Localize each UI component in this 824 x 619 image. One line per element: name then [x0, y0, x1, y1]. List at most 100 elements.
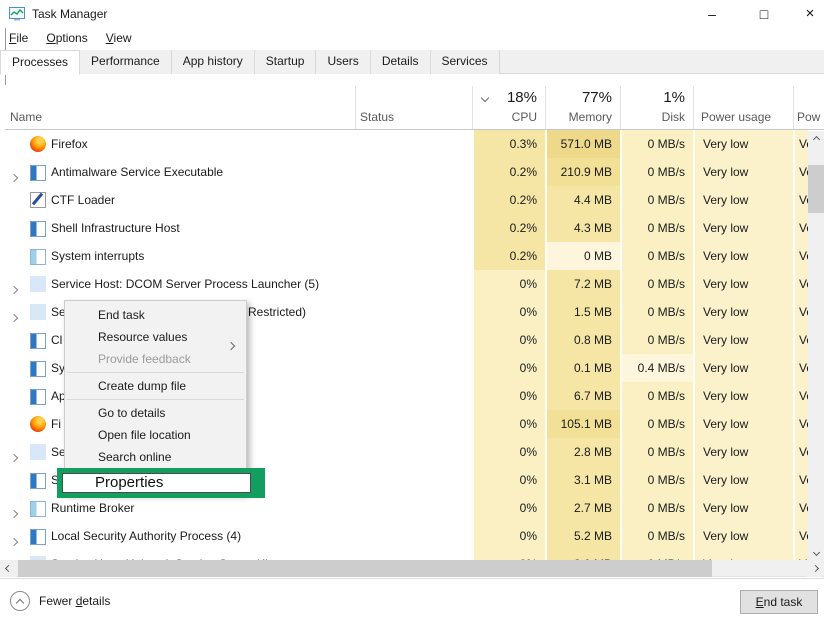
end-task-button[interactable]: End task [740, 590, 818, 614]
vertical-scrollbar[interactable] [808, 131, 824, 560]
disk-cell: 0 MB/s [620, 522, 693, 550]
memory-cell: 3.0 MB [545, 550, 620, 560]
column-separator [793, 86, 794, 129]
tab-startup[interactable]: Startup [255, 50, 317, 74]
context-menu-item-provide-feedback: Provide feedback [65, 348, 246, 370]
power-trend-cell: Ve [793, 550, 808, 560]
process-name: Sy [51, 361, 65, 375]
horizontal-scrollbar[interactable] [0, 560, 824, 577]
disk-cell: 0 MB/s [620, 550, 693, 560]
cpu-cell: 0.2% [472, 186, 545, 214]
memory-cell: 4.3 MB [545, 214, 620, 242]
power-usage-cell: Very low [693, 410, 793, 438]
power-usage-cell: Very low [693, 158, 793, 186]
vertical-scrollbar-thumb[interactable] [808, 165, 824, 213]
close-button[interactable]: × [790, 0, 824, 28]
firefox-icon [30, 416, 46, 432]
table-row[interactable]: Service Host: Unistack Service Group (4)… [5, 550, 808, 560]
table-row[interactable]: Local Security Authority Process (4)0%5.… [5, 522, 808, 550]
power-trend-cell: Ve [793, 354, 808, 382]
context-menu-item-end-task[interactable]: End task [65, 304, 246, 326]
column-header-power-usage[interactable]: Power usage [701, 110, 771, 124]
column-header-memory[interactable]: Memory [545, 110, 612, 124]
context-menu-item-properties[interactable]: Properties [62, 473, 251, 493]
table-row[interactable]: Service Host: DCOM Server Process Launch… [5, 270, 808, 298]
memory-cell: 7.2 MB [545, 270, 620, 298]
table-row[interactable]: Runtime Broker0%2.7 MB0 MB/sVery lowVe [5, 494, 808, 522]
column-header-name[interactable]: Name [10, 110, 42, 124]
table-row[interactable]: CTF Loader0.2%4.4 MB0 MB/sVery lowVe [5, 186, 808, 214]
tab-services[interactable]: Services [431, 50, 500, 74]
column-header-disk[interactable]: Disk [620, 110, 685, 124]
tab-users[interactable]: Users [316, 50, 370, 74]
context-menu-item-go-to-details[interactable]: Go to details [65, 402, 246, 424]
minimize-button[interactable]: – [692, 0, 732, 28]
disk-cell: 0 MB/s [620, 410, 693, 438]
menubar-item-file[interactable]: File [0, 28, 37, 48]
column-header-cpu[interactable]: CPU [472, 110, 537, 124]
disk-cell: 0 MB/s [620, 214, 693, 242]
power-trend-cell: Ve [793, 410, 808, 438]
scroll-right-button[interactable] [807, 560, 823, 577]
process-name: Local Security Authority Process (4) [51, 529, 241, 543]
cpu-cell: 0% [472, 354, 545, 382]
memory-cell: 6.7 MB [545, 382, 620, 410]
menubar-item-view[interactable]: View [97, 28, 141, 48]
process-name: CTF Loader [51, 193, 115, 207]
memory-cell: 105.1 MB [545, 410, 620, 438]
column-header-power-usage-trend[interactable]: Pow [797, 110, 820, 124]
pen-icon [30, 192, 46, 208]
expand-chevron-icon[interactable] [11, 448, 17, 466]
scroll-left-button[interactable] [0, 560, 16, 577]
power-usage-cell: Very low [693, 326, 793, 354]
process-name: Cl [51, 333, 62, 347]
horizontal-scrollbar-thumb[interactable] [18, 560, 712, 577]
table-row[interactable]: System interrupts0.2%0 MB0 MB/sVery lowV… [5, 242, 808, 270]
scroll-down-button[interactable] [808, 544, 824, 560]
table-row[interactable]: Firefox0.3%571.0 MB0 MB/sVery lowVe [5, 130, 808, 158]
power-trend-cell: Ve [793, 522, 808, 550]
context-menu-item-search-online[interactable]: Search online [65, 446, 246, 468]
scroll-up-button[interactable] [808, 131, 824, 147]
context-menu-item-open-file-location[interactable]: Open file location [65, 424, 246, 446]
fewer-details-toggle[interactable]: Fewer details [10, 591, 110, 611]
expand-chevron-icon[interactable] [11, 280, 17, 298]
memory-cell: 0 MB [545, 242, 620, 270]
context-menu-item-create-dump-file[interactable]: Create dump file [65, 375, 246, 397]
disk-cell: 0 MB/s [620, 130, 693, 158]
cpu-cell: 0.2% [472, 242, 545, 270]
power-trend-cell: Ve [793, 326, 808, 354]
disk-cell: 0.4 MB/s [620, 354, 693, 382]
disk-cell: 0 MB/s [620, 438, 693, 466]
process-name: Fi [51, 417, 61, 431]
window-title: Task Manager [32, 7, 107, 21]
tab-app-history[interactable]: App history [172, 50, 255, 74]
maximize-button[interactable]: □ [744, 0, 784, 28]
cpu-cell: 0% [472, 326, 545, 354]
tab-details[interactable]: Details [371, 50, 431, 74]
expand-chevron-icon[interactable] [11, 504, 17, 522]
expand-chevron-icon[interactable] [11, 532, 17, 550]
cpu-cell: 0.3% [472, 130, 545, 158]
memory-total: 77% [545, 89, 612, 106]
memory-cell: 2.7 MB [545, 494, 620, 522]
context-menu-item-resource-values[interactable]: Resource values [65, 326, 246, 348]
tab-performance[interactable]: Performance [80, 50, 172, 74]
table-row[interactable]: Shell Infrastructure Host0.2%4.3 MB0 MB/… [5, 214, 808, 242]
menubar-item-options[interactable]: Options [37, 28, 96, 48]
memory-cell: 0.8 MB [545, 326, 620, 354]
power-trend-cell: Ve [793, 158, 808, 186]
table-row[interactable]: Antimalware Service Executable0.2%210.9 … [5, 158, 808, 186]
memory-cell: 571.0 MB [545, 130, 620, 158]
tab-processes[interactable]: Processes [0, 50, 80, 75]
power-trend-cell: Ve [793, 214, 808, 242]
expand-chevron-icon[interactable] [11, 308, 17, 326]
cpu-total: 18% [472, 89, 537, 106]
process-name: Antimalware Service Executable [51, 165, 223, 179]
expand-chevron-icon[interactable] [11, 168, 17, 186]
cpu-cell: 0% [472, 410, 545, 438]
column-header-status[interactable]: Status [360, 110, 394, 124]
power-usage-cell: Very low [693, 354, 793, 382]
gear-icon [30, 304, 46, 320]
power-trend-cell: Ve [793, 242, 808, 270]
